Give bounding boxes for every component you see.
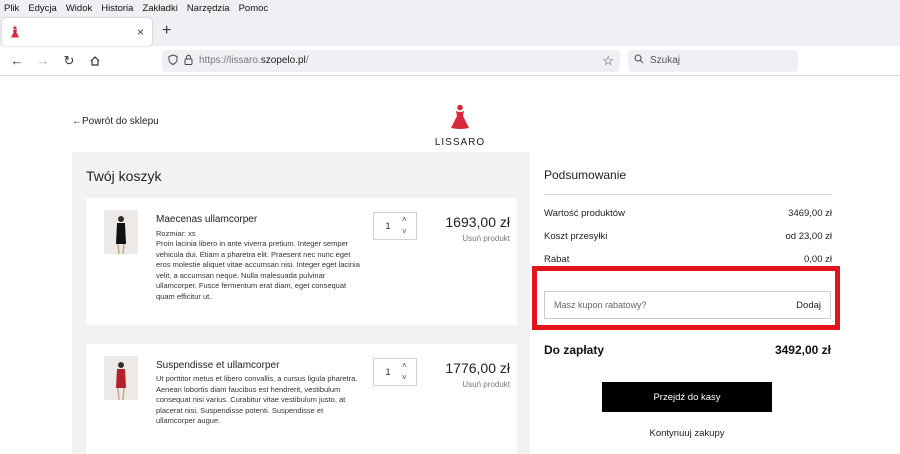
quantity-value[interactable]: 1 bbox=[374, 367, 402, 377]
back-to-shop-link[interactable]: ←Powrót do sklepu bbox=[72, 116, 159, 127]
browser-tabbar: × + bbox=[0, 16, 900, 46]
product-description: Proin lacinia libero in ante viverra pre… bbox=[156, 239, 360, 301]
url-bar[interactable]: https://lissaro.szopelo.pl/ ☆ bbox=[162, 49, 620, 72]
quantity-value[interactable]: 1 bbox=[374, 221, 402, 231]
shield-icon[interactable] bbox=[168, 53, 178, 68]
chevron-up-icon[interactable]: ˄ bbox=[402, 360, 407, 372]
continue-shopping-link[interactable]: Kontynuuj zakupy bbox=[602, 428, 772, 439]
product-name[interactable]: Suspendisse et ullamcorper bbox=[156, 360, 279, 371]
url-text[interactable]: https://lissaro.szopelo.pl/ bbox=[199, 55, 309, 66]
browser-search-bar[interactable]: Szukaj bbox=[628, 49, 798, 72]
home-icon[interactable] bbox=[84, 50, 106, 72]
product-price: 1693,00 zł bbox=[445, 214, 510, 230]
remove-product-link[interactable]: Usuń produkt bbox=[462, 380, 510, 389]
remove-product-link[interactable]: Usuń produkt bbox=[462, 234, 510, 243]
new-tab-icon[interactable]: + bbox=[162, 22, 171, 40]
total-value: 3492,00 zł bbox=[774, 343, 831, 357]
logo[interactable]: LISSARO bbox=[432, 104, 488, 148]
product-name[interactable]: Maecenas ullamcorper bbox=[156, 214, 257, 225]
reload-icon[interactable]: ↻ bbox=[58, 50, 80, 72]
product-description: Ut porttitor metus et libero convallis, … bbox=[156, 374, 358, 425]
back-arrow-icon[interactable]: ← bbox=[6, 50, 28, 72]
total-label: Do zapłaty bbox=[544, 343, 605, 357]
divider bbox=[544, 194, 832, 195]
menu-historia[interactable]: Historia bbox=[101, 3, 133, 14]
browser-navbar: ← → ↻ https://lissaro.szopelo.pl/ ☆ Szuk… bbox=[0, 46, 900, 76]
browser-menubar: Plik Edycja Widok Historia Zakładki Narz… bbox=[0, 0, 900, 16]
coupon-field[interactable]: Dodaj bbox=[544, 291, 831, 319]
dress-favicon-icon bbox=[11, 26, 19, 38]
forward-arrow-icon[interactable]: → bbox=[32, 50, 54, 72]
bookmark-star-icon[interactable]: ☆ bbox=[602, 53, 614, 69]
menu-pomoc[interactable]: Pomoc bbox=[239, 3, 269, 14]
page-content: ←Powrót do sklepu LISSARO Twój koszyk Ma… bbox=[0, 76, 900, 454]
menu-widok[interactable]: Widok bbox=[66, 3, 92, 14]
cart-item: Maecenas ullamcorper Rozmiar: xs Proin l… bbox=[86, 198, 517, 325]
summary-title: Podsumowanie bbox=[544, 168, 627, 182]
add-coupon-button[interactable]: Dodaj bbox=[796, 300, 821, 311]
checkout-button[interactable]: Przejdź do kasy bbox=[602, 382, 772, 412]
browser-tab[interactable]: × bbox=[2, 18, 152, 46]
product-image[interactable] bbox=[104, 210, 138, 254]
summary-row-shipping: Koszt przesyłki od 23,00 zł bbox=[544, 231, 832, 242]
product-image[interactable] bbox=[104, 356, 138, 400]
menu-zakladki[interactable]: Zakładki bbox=[142, 3, 177, 14]
total-row: Do zapłaty 3492,00 zł bbox=[544, 343, 831, 357]
coupon-input[interactable] bbox=[554, 300, 754, 310]
cart-title: Twój koszyk bbox=[86, 168, 162, 184]
tab-close-icon[interactable]: × bbox=[137, 25, 144, 39]
chevron-up-icon[interactable]: ˄ bbox=[402, 214, 407, 226]
chevron-down-icon[interactable]: ˅ bbox=[402, 372, 407, 384]
search-icon bbox=[634, 54, 644, 67]
menu-narzedzia[interactable]: Narzędzia bbox=[187, 3, 230, 14]
cart-item: Suspendisse et ullamcorper Ut porttitor … bbox=[86, 344, 517, 454]
quantity-stepper[interactable]: 1 ˄ ˅ bbox=[373, 212, 417, 240]
product-size: Rozmiar: xs bbox=[156, 229, 196, 238]
search-placeholder: Szukaj bbox=[650, 55, 681, 66]
menu-plik[interactable]: Plik bbox=[4, 3, 19, 14]
summary-row-discount: Rabat 0,00 zł bbox=[544, 254, 832, 265]
product-price: 1776,00 zł bbox=[445, 360, 510, 376]
dress-logo-icon bbox=[451, 104, 469, 129]
menu-edycja[interactable]: Edycja bbox=[28, 3, 57, 14]
logo-text: LISSARO bbox=[434, 137, 486, 148]
lock-icon[interactable] bbox=[184, 54, 193, 68]
quantity-stepper[interactable]: 1 ˄ ˅ bbox=[373, 358, 417, 386]
summary-row-products: Wartość produktów 3469,00 zł bbox=[544, 208, 832, 219]
cart-panel: Twój koszyk Maecenas ullamcorper Rozmiar… bbox=[72, 152, 530, 454]
chevron-down-icon[interactable]: ˅ bbox=[402, 226, 407, 238]
order-summary: Podsumowanie Wartość produktów 3469,00 zł… bbox=[544, 168, 832, 265]
